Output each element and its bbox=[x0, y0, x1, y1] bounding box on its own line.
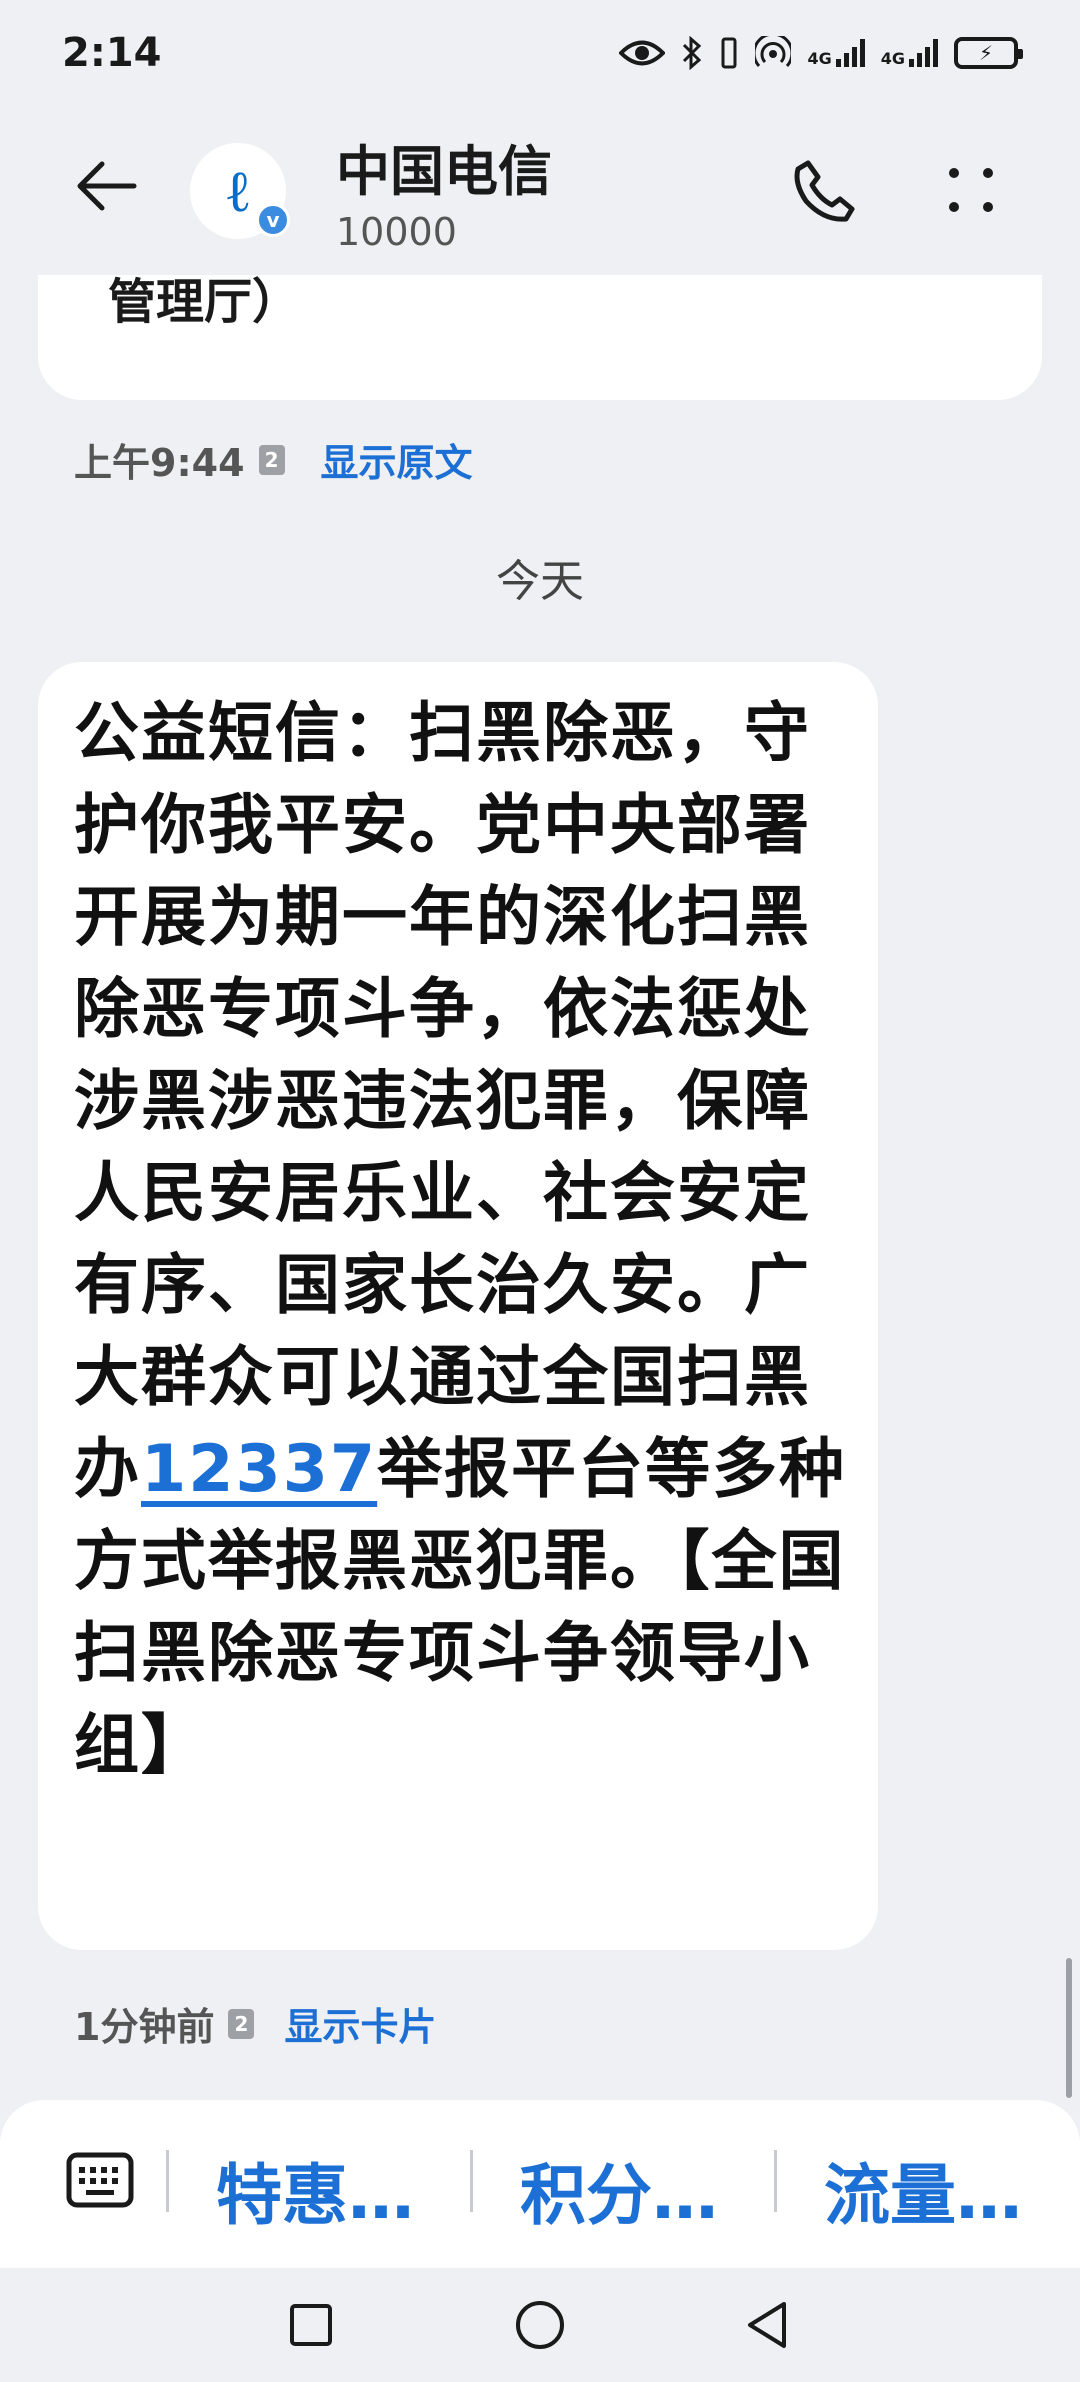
contact-number: 10000 bbox=[336, 210, 457, 254]
quick-reply-bar: 特惠… 积分… 流量… bbox=[0, 2100, 1080, 2268]
call-button[interactable] bbox=[790, 155, 860, 225]
back-arrow-icon bbox=[77, 161, 137, 211]
quick-reply-offers[interactable]: 特惠… bbox=[216, 2142, 414, 2238]
more-vert-icon bbox=[949, 168, 993, 212]
recent-apps-icon bbox=[290, 2304, 332, 2346]
previous-message-text: 管理厅） bbox=[108, 274, 301, 330]
sms-conversation-screen: 2:14 4G 4G ⚡ 管理厅） 上午9:44 2 显示原文 ℓ v 中国电信… bbox=[0, 0, 1080, 2382]
signal-1-label: 4G bbox=[807, 48, 832, 68]
status-icons: 4G 4G ⚡ bbox=[619, 35, 1023, 70]
signal-bars-icon bbox=[835, 38, 865, 67]
phone-number-link[interactable]: 12337 bbox=[141, 1432, 377, 1507]
sim-badge: 2 bbox=[258, 444, 285, 475]
previous-message-time: 上午9:44 bbox=[74, 441, 245, 485]
signal-1: 4G bbox=[807, 38, 865, 68]
divider bbox=[166, 2150, 169, 2212]
sim-badge: 2 bbox=[228, 2008, 255, 2039]
quick-reply-data[interactable]: 流量… bbox=[824, 2142, 1022, 2238]
conversation-header: ℓ v 中国电信 10000 bbox=[0, 105, 1080, 275]
more-options-button[interactable] bbox=[935, 155, 1005, 225]
message-text: 公益短信：扫黑除恶，守护你我平安。党中央部署开展为期一年的深化扫黑除恶专项斗争，… bbox=[74, 688, 848, 1792]
back-button[interactable] bbox=[72, 151, 142, 221]
home-button[interactable] bbox=[505, 2290, 575, 2360]
status-bar: 2:14 4G 4G ⚡ bbox=[0, 0, 1080, 105]
previous-message-meta: 上午9:44 2 显示原文 bbox=[74, 432, 473, 487]
scrollbar[interactable] bbox=[1066, 1958, 1072, 2098]
signal-bars-icon bbox=[909, 38, 938, 67]
keyboard-icon bbox=[66, 2152, 134, 2208]
message-time: 1分钟前 bbox=[74, 2005, 215, 2049]
message-text-part-1: 公益短信：扫黑除恶，守护你我平安。党中央部署开展为期一年的深化扫黑除恶专项斗争，… bbox=[74, 696, 812, 1507]
vibrate-icon bbox=[721, 37, 737, 68]
contact-name[interactable]: 中国电信 bbox=[336, 127, 552, 206]
divider bbox=[470, 2150, 473, 2212]
message-meta: 1分钟前 2 显示卡片 bbox=[74, 1996, 436, 2051]
status-time: 2:14 bbox=[62, 29, 162, 76]
message-bubble[interactable]: 公益短信：扫黑除恶，守护你我平安。党中央部署开展为期一年的深化扫黑除恶专项斗争，… bbox=[38, 662, 878, 1950]
avatar[interactable]: ℓ v bbox=[190, 143, 290, 239]
quick-reply-points[interactable]: 积分… bbox=[520, 2142, 718, 2238]
back-nav-button[interactable] bbox=[732, 2290, 802, 2360]
keyboard-button[interactable] bbox=[66, 2152, 134, 2208]
signal-2: 4G bbox=[880, 38, 938, 68]
divider bbox=[774, 2150, 777, 2212]
system-navigation-bar bbox=[0, 2268, 1080, 2382]
battery-icon: ⚡ bbox=[954, 36, 1023, 69]
home-icon bbox=[516, 2301, 564, 2349]
recent-apps-button[interactable] bbox=[276, 2290, 346, 2360]
verified-badge-icon: v bbox=[256, 203, 290, 237]
eye-icon bbox=[619, 40, 666, 65]
day-divider: 今天 bbox=[496, 556, 584, 607]
bluetooth-icon bbox=[683, 35, 702, 70]
show-card-link[interactable]: 显示卡片 bbox=[284, 1996, 436, 2051]
signal-2-label: 4G bbox=[880, 48, 905, 68]
phone-icon bbox=[794, 160, 855, 222]
hotspot-icon bbox=[755, 35, 792, 67]
show-original-link[interactable]: 显示原文 bbox=[321, 432, 473, 487]
back-nav-icon bbox=[748, 2302, 786, 2348]
avatar-logo: ℓ bbox=[227, 157, 249, 225]
